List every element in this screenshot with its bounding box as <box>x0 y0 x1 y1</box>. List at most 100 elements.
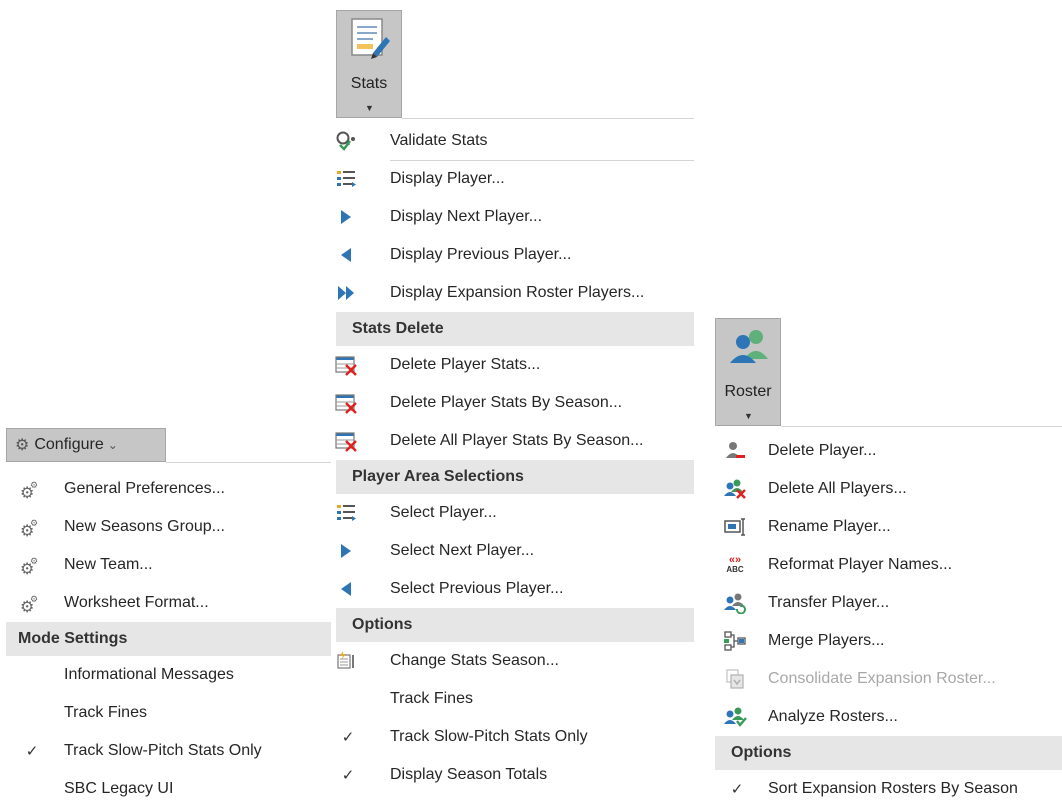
menu-item-label: Track Fines <box>390 690 473 707</box>
menu-item-display-previous-player[interactable]: Display Previous Player... <box>336 236 694 274</box>
menu-item-new-seasons-group[interactable]: ⚙ ⚙ New Seasons Group... <box>6 508 331 546</box>
rename-icon <box>723 515 747 539</box>
roster-ribbon-button[interactable]: Roster ▼ <box>715 318 781 426</box>
menu-item-select-next-player[interactable]: Select Next Player... <box>336 532 694 570</box>
menu-item-rename-player[interactable]: Rename Player... <box>715 508 1062 546</box>
menu-item-worksheet-format[interactable]: ⚙ ⚙ Worksheet Format... <box>6 584 331 622</box>
menu-item-label: Select Player... <box>390 504 497 521</box>
reformat-arrows: «» <box>728 554 742 566</box>
menu-item-label: Consolidate Expansion Roster... <box>768 670 996 687</box>
menu-item-analyze-rosters[interactable]: Analyze Rosters... <box>715 698 1062 736</box>
menu-item-display-player[interactable]: Display Player... <box>336 160 694 198</box>
reformat-abc: ABC <box>726 565 744 574</box>
menu-item-change-stats-season[interactable]: Change Stats Season... <box>336 642 694 680</box>
menu-item-transfer-player[interactable]: Transfer Player... <box>715 584 1062 622</box>
menu-item-new-team[interactable]: ⚙ ⚙ New Team... <box>6 546 331 584</box>
menu-item-display-expansion-roster-players[interactable]: Display Expansion Roster Players... <box>336 274 694 312</box>
menu-item-label: Analyze Rosters... <box>768 708 898 725</box>
checkmark-icon: ✓ <box>730 781 744 798</box>
menu-item-label: Reformat Player Names... <box>768 556 953 573</box>
delete-table-icon <box>334 353 358 377</box>
gear-cluster-icon: ⚙ ⚙ <box>18 553 42 577</box>
menu-item-display-season-totals[interactable]: ✓ Display Season Totals <box>336 756 694 794</box>
menu-item-sort-expansion-rosters-by-season[interactable]: ✓ Sort Expansion Rosters By Season <box>715 770 1062 808</box>
menu-item-reformat-player-names[interactable]: «» ABC Reformat Player Names... <box>715 546 1062 584</box>
menu-item-label: Display Expansion Roster Players... <box>390 284 645 301</box>
delete-table-icon <box>334 391 358 415</box>
menu-item-track-fines[interactable]: Track Fines <box>336 680 694 718</box>
roster-menu: Delete Player... Delete All Players... R… <box>715 432 1062 808</box>
menu-item-delete-player-stats-by-season[interactable]: Delete Player Stats By Season... <box>334 384 694 422</box>
menu-item-delete-all-players[interactable]: Delete All Players... <box>715 470 1062 508</box>
menu-item-track-fines[interactable]: Track Fines <box>6 694 331 732</box>
section-header-mode-settings: Mode Settings <box>6 622 331 656</box>
menu-item-track-slow-pitch[interactable]: ✓ Track Slow-Pitch Stats Only <box>6 732 331 770</box>
menu-item-track-slow-pitch[interactable]: ✓ Track Slow-Pitch Stats Only <box>336 718 694 756</box>
menu-item-select-previous-player[interactable]: Select Previous Player... <box>336 570 694 608</box>
menu-item-label: Display Next Player... <box>390 208 543 225</box>
menu-item-label: Worksheet Format... <box>64 594 209 611</box>
menu-item-display-next-player[interactable]: Display Next Player... <box>336 198 694 236</box>
configure-label: Configure <box>34 436 104 453</box>
person-minus-icon <box>723 439 747 463</box>
chevron-down-icon: ▼ <box>365 103 374 113</box>
menu-item-label: Display Previous Player... <box>390 246 572 263</box>
menu-item-label: Select Next Player... <box>390 542 535 559</box>
menu-item-select-player[interactable]: Select Player... <box>336 494 694 532</box>
triangle-left-icon <box>334 243 358 267</box>
menu-item-label: Display Season Totals <box>390 766 548 783</box>
double-triangle-right-icon <box>334 281 358 305</box>
list-select-icon <box>334 501 358 525</box>
checkmark-icon: ✓ <box>25 743 39 760</box>
menu-item-label: Delete Player... <box>768 442 877 459</box>
section-header-stats-delete: Stats Delete <box>336 312 694 346</box>
menu-item-label: Track Slow-Pitch Stats Only <box>64 742 262 759</box>
menu-item-label: Display Player... <box>390 170 505 187</box>
menu-item-label: Sort Expansion Rosters By Season <box>768 780 1018 797</box>
merge-icon <box>723 629 747 653</box>
menu-item-label: Delete All Players... <box>768 480 907 497</box>
svg-text:⚙: ⚙ <box>30 557 38 567</box>
section-header-options: Options <box>336 608 694 642</box>
chevron-down-icon: ▼ <box>744 411 753 421</box>
section-header-label: Options <box>731 744 792 761</box>
menu-item-label: New Team... <box>64 556 153 573</box>
menu-item-informational-messages[interactable]: Informational Messages <box>6 656 331 694</box>
menu-item-general-preferences[interactable]: ⚙ ⚙ General Preferences... <box>6 470 331 508</box>
section-header-label: Options <box>352 616 413 633</box>
analyze-people-icon <box>723 705 747 729</box>
menu-item-delete-all-player-stats-by-season[interactable]: Delete All Player Stats By Season... <box>335 422 694 460</box>
menu-item-delete-player[interactable]: Delete Player... <box>715 432 1062 470</box>
menu-item-delete-player-stats[interactable]: Delete Player Stats... <box>334 346 694 384</box>
menu-item-label: Transfer Player... <box>768 594 890 611</box>
section-header-label: Stats Delete <box>352 320 444 337</box>
configure-button[interactable]: ⚙ Configure ⌄ <box>6 428 166 462</box>
menu-item-label: Track Fines <box>64 704 147 721</box>
checkmark-icon: ✓ <box>341 767 355 784</box>
reformat-abc-icon: «» ABC <box>723 553 747 577</box>
gear-cluster-icon: ⚙ ⚙ <box>18 515 42 539</box>
menu-item-label: Validate Stats <box>390 132 488 149</box>
stats-button-label: Stats <box>350 75 388 92</box>
menu-item-label: Merge Players... <box>768 632 885 649</box>
menu-item-consolidate-expansion-roster[interactable]: Consolidate Expansion Roster... <box>715 660 1062 698</box>
menu-item-validate-stats[interactable]: Validate Stats <box>336 122 694 160</box>
triangle-right-icon <box>334 539 358 563</box>
checkmark-icon: ✓ <box>341 729 355 746</box>
menu-item-label: Select Previous Player... <box>390 580 564 597</box>
stats-ribbon-button[interactable]: Stats ▼ <box>336 10 402 118</box>
validate-icon <box>334 129 358 153</box>
section-header-options: Options <box>715 736 1062 770</box>
menu-item-label: Change Stats Season... <box>390 652 559 669</box>
menu-item-label: General Preferences... <box>64 480 225 497</box>
consolidate-icon <box>723 667 747 691</box>
transfer-people-icon <box>723 591 747 615</box>
menu-item-label: Rename Player... <box>768 518 891 535</box>
menu-item-label: Delete Player Stats By Season... <box>390 394 623 411</box>
menu-item-merge-players[interactable]: Merge Players... <box>715 622 1062 660</box>
menu-item-sbc-legacy-ui[interactable]: SBC Legacy UI <box>6 770 331 808</box>
gear-cluster-icon: ⚙ ⚙ <box>18 591 42 615</box>
triangle-right-icon <box>334 205 358 229</box>
gear-icon: ⚙ <box>15 437 30 454</box>
stats-notepad-icon <box>349 17 391 66</box>
